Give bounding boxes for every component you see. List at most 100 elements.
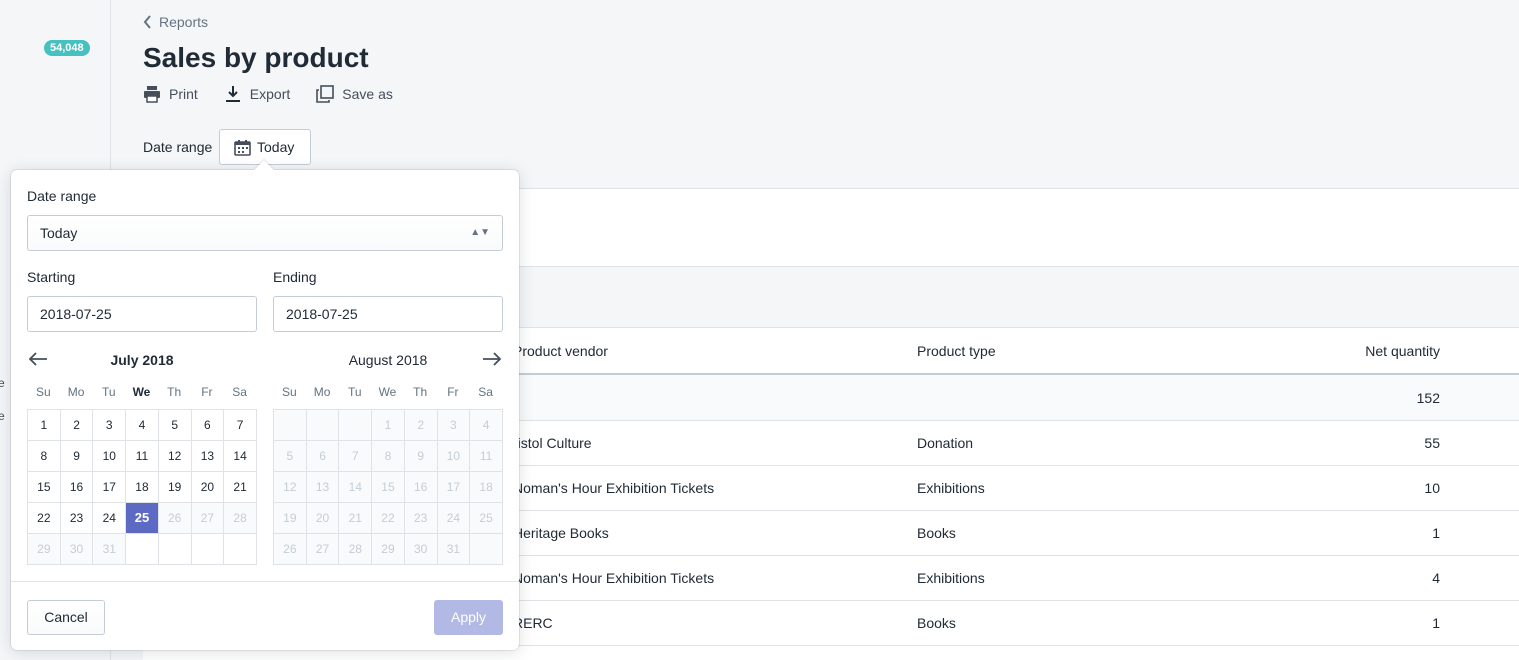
- calendar-day: 2: [404, 410, 438, 441]
- date-range-select-value: Today: [40, 225, 78, 241]
- export-button[interactable]: Export: [224, 85, 290, 103]
- cell-vendor: Noman's Hour Exhibition Tickets: [513, 570, 715, 586]
- calendar-day[interactable]: 9: [60, 441, 94, 472]
- cell-qty: 55: [1424, 435, 1440, 451]
- calendar-day: [339, 410, 373, 441]
- calendar-day[interactable]: 2: [60, 410, 94, 441]
- calendar-day[interactable]: 21: [224, 472, 257, 503]
- weekday-label: Mo: [67, 385, 85, 399]
- calendar-day[interactable]: 18: [126, 472, 159, 503]
- calendar-day[interactable]: 8: [28, 441, 61, 472]
- calendar-day[interactable]: 15: [28, 472, 61, 503]
- sidebar-text-fragment: e: [0, 376, 5, 390]
- calendar-day: [306, 410, 340, 441]
- print-button[interactable]: Print: [143, 85, 198, 103]
- calendar-day: 1: [372, 410, 405, 441]
- calendar-day[interactable]: 6: [191, 410, 225, 441]
- cell-qty: 1: [1432, 615, 1440, 631]
- starting-label: Starting: [27, 269, 76, 285]
- calendar-day[interactable]: 13: [191, 441, 225, 472]
- weekday-header-left: Su Mo Tu We Th Fr Sa: [27, 385, 256, 399]
- cell-vendor: ristol Culture: [513, 435, 592, 451]
- date-range-button[interactable]: Today: [219, 129, 311, 165]
- save-as-button[interactable]: Save as: [316, 85, 393, 103]
- calendar-day: 14: [339, 472, 373, 503]
- date-range-popover: Date range Today ▲▼ Starting Ending 2018…: [11, 160, 519, 650]
- calendar-day: 25: [470, 503, 503, 534]
- breadcrumb-back[interactable]: Reports: [143, 14, 208, 30]
- cell-qty: 4: [1432, 570, 1440, 586]
- calendar-day[interactable]: 24: [93, 503, 127, 534]
- calendar-day[interactable]: 19: [158, 472, 192, 503]
- calendar-day: 16: [404, 472, 438, 503]
- calendar-day: 23: [404, 503, 438, 534]
- calendar-day-selected[interactable]: 25: [126, 503, 159, 534]
- calendar-day[interactable]: 12: [158, 441, 192, 472]
- weekday-label: Fr: [447, 385, 459, 399]
- calendar-day: 18: [470, 472, 503, 503]
- column-header-type[interactable]: Product type: [917, 328, 996, 374]
- calendar-grid-left: 1 2 3 4 5 6 7 8 9 10 11 12 13 14 15 16 17 18 19 20 21 22 23 24 2…: [27, 409, 257, 565]
- popover-range-label: Date range: [27, 188, 97, 204]
- calendar-day: 7: [339, 441, 373, 472]
- weekday-label: Sa: [232, 385, 247, 399]
- column-header-vendor[interactable]: Product vendor: [513, 328, 608, 374]
- calendar-day[interactable]: 11: [126, 441, 159, 472]
- calendar-day[interactable]: 16: [60, 472, 94, 503]
- ending-date-input[interactable]: 2018-07-25: [273, 296, 503, 332]
- cell-type: Books: [917, 615, 956, 631]
- duplicate-icon: [316, 85, 335, 103]
- starting-date-input[interactable]: 2018-07-25: [27, 296, 257, 332]
- calendar-day[interactable]: 10: [93, 441, 127, 472]
- cell-qty: 10: [1424, 480, 1440, 496]
- calendar-day: [274, 410, 307, 441]
- calendar-day: 19: [274, 503, 307, 534]
- calendar-day: 31: [437, 534, 471, 565]
- calendar-day: 28: [224, 503, 257, 534]
- date-range-select[interactable]: Today ▲▼: [27, 215, 503, 251]
- calendar-day[interactable]: 1: [28, 410, 61, 441]
- cell-type: Books: [917, 525, 956, 541]
- calendar-day: 17: [437, 472, 471, 503]
- calendar-day[interactable]: 3: [93, 410, 127, 441]
- calendar-day[interactable]: 4: [126, 410, 159, 441]
- calendar-day: 5: [274, 441, 307, 472]
- cell-vendor: Heritage Books: [513, 525, 609, 541]
- calendar-day: 3: [437, 410, 471, 441]
- popover-footer: Cancel Apply: [11, 581, 519, 650]
- breadcrumb-label: Reports: [159, 14, 209, 30]
- total-qty: 152: [1416, 390, 1440, 406]
- calendar-day: 26: [274, 534, 307, 565]
- calendar-day[interactable]: 5: [158, 410, 192, 441]
- date-range-button-label: Today: [257, 139, 295, 155]
- page-title: Sales by product: [143, 42, 369, 73]
- calendar-day: 29: [28, 534, 61, 565]
- calendar-day[interactable]: 7: [224, 410, 257, 441]
- save-as-label: Save as: [342, 86, 393, 102]
- cancel-button[interactable]: Cancel: [27, 600, 105, 635]
- calendar-day: 9: [404, 441, 438, 472]
- calendar-day: 6: [306, 441, 340, 472]
- calendar-day: [126, 534, 159, 565]
- calendar-day: [191, 534, 225, 565]
- print-label: Print: [169, 86, 198, 102]
- calendar-day: 27: [191, 503, 225, 534]
- calendar-day[interactable]: 23: [60, 503, 94, 534]
- calendar-day[interactable]: 22: [28, 503, 61, 534]
- apply-button[interactable]: Apply: [434, 600, 503, 635]
- month-title-left: July 2018: [110, 352, 174, 368]
- calendar-day[interactable]: 20: [191, 472, 225, 503]
- calendar-day[interactable]: 14: [224, 441, 257, 472]
- cell-type: Donation: [917, 435, 974, 451]
- calendar-day: 30: [60, 534, 94, 565]
- calendar-day: 4: [470, 410, 503, 441]
- calendar-day[interactable]: 17: [93, 472, 127, 503]
- cell-type: Exhibitions: [917, 570, 985, 586]
- download-icon: [225, 86, 240, 102]
- calendar-day: 12: [274, 472, 307, 503]
- calendar-day: 26: [158, 503, 192, 534]
- calendar-icon: [234, 139, 251, 156]
- calendar-day: 28: [339, 534, 373, 565]
- calendar-day: 21: [339, 503, 373, 534]
- column-header-qty[interactable]: Net quantity: [1365, 328, 1440, 374]
